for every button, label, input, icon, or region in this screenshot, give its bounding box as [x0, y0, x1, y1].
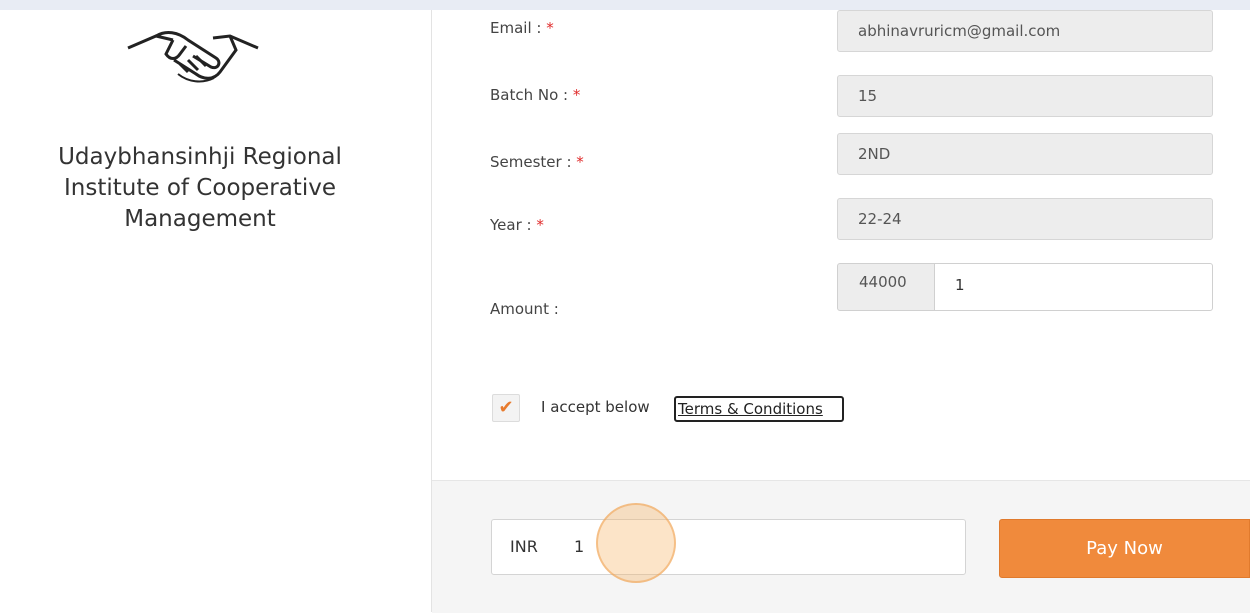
terms-accept-text: I accept below — [541, 398, 650, 416]
currency-label: INR — [510, 537, 538, 556]
top-bar — [0, 0, 1250, 10]
amount-input[interactable]: 1 — [934, 263, 1213, 311]
year-field[interactable]: 22-24 — [837, 198, 1213, 240]
handshake-icon — [127, 31, 259, 83]
inr-amount-input[interactable]: INR 1 — [491, 519, 966, 575]
institute-name-line2: Institute of Cooperative — [64, 175, 336, 201]
inr-amount-value: 1 — [574, 537, 585, 556]
required-mark: * — [572, 86, 581, 104]
email-label: Email : * — [490, 19, 554, 37]
terms-checkbox[interactable]: ✔ — [492, 394, 520, 422]
pay-now-button[interactable]: Pay Now — [999, 519, 1250, 578]
institute-name-line1: Udaybhansinhji Regional — [58, 144, 342, 170]
click-highlight-ring — [596, 503, 676, 583]
terms-conditions-link[interactable]: Terms & Conditions — [674, 396, 844, 422]
required-mark: * — [576, 153, 584, 171]
semester-label: Semester : * — [490, 153, 584, 171]
year-label: Year : * — [490, 216, 544, 234]
required-mark: * — [536, 216, 544, 234]
amount-label: Amount : — [490, 300, 559, 318]
checkmark-icon: ✔ — [498, 397, 514, 418]
batch-label: Batch No : * — [490, 86, 581, 104]
batch-field[interactable]: 15 — [837, 75, 1213, 117]
required-mark: * — [546, 19, 554, 37]
institute-panel: Udaybhansinhji Regional Institute of Coo… — [0, 10, 432, 612]
institute-name: Udaybhansinhji Regional Institute of Coo… — [0, 142, 400, 235]
amount-fixed-addon: 44000 — [837, 263, 935, 311]
amount-input-group: 44000 1 — [837, 263, 1213, 311]
email-field[interactable]: abhinavruricm@gmail.com — [837, 10, 1213, 52]
semester-field[interactable]: 2ND — [837, 133, 1213, 175]
institute-name-line3: Management — [124, 206, 276, 232]
